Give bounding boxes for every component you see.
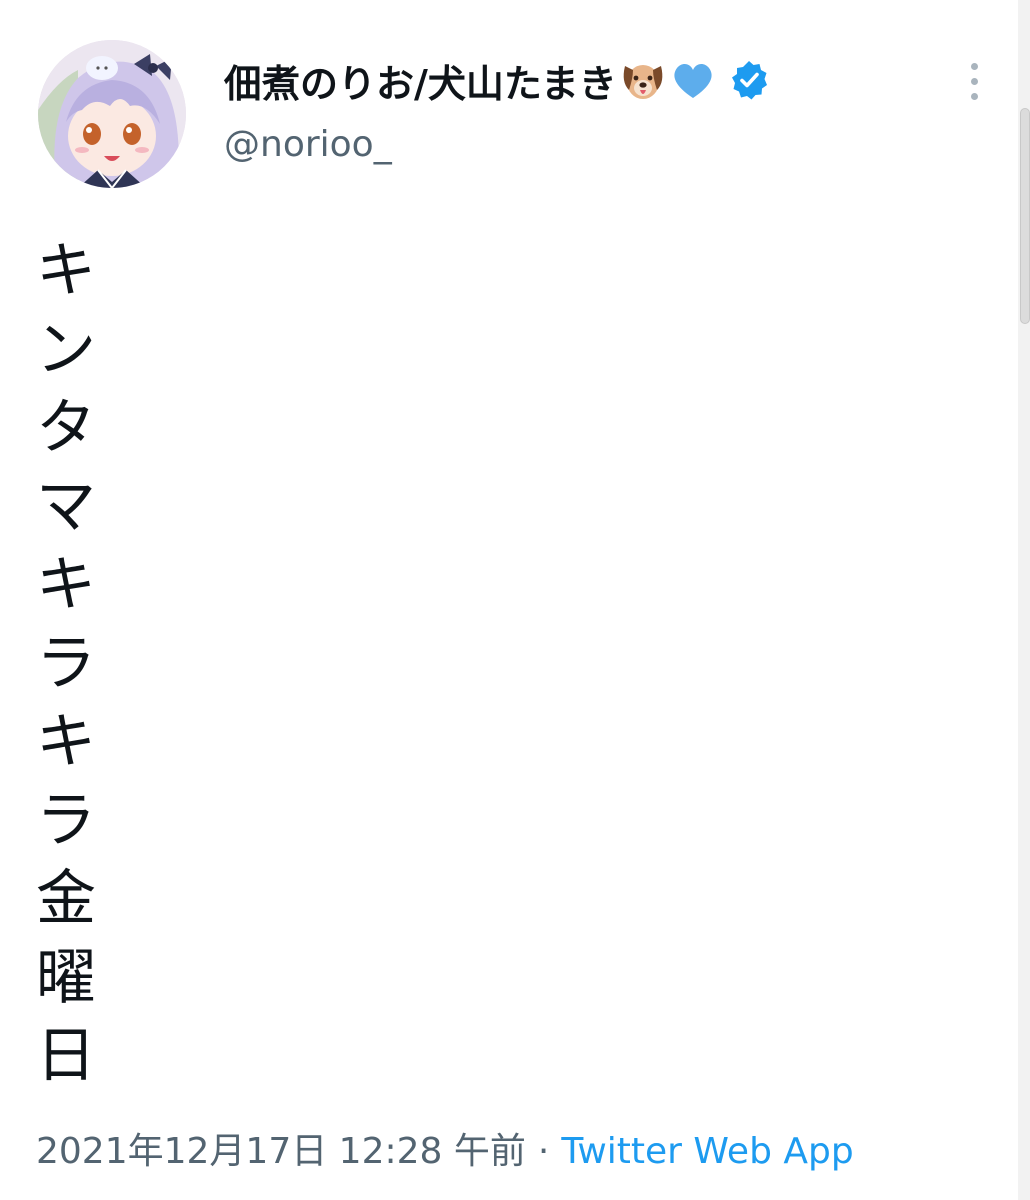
tweet-char: ラ — [36, 628, 96, 699]
tweet-char: キ — [36, 707, 96, 777]
tweet-text: キ ン タ マ キ ラ キ ラ 金 曜 日 — [34, 232, 98, 1096]
verified-badge-icon — [727, 58, 771, 102]
scrollbar-thumb[interactable] — [1020, 108, 1030, 324]
display-name[interactable]: 佃煮のりお/犬山たまき — [224, 53, 617, 108]
tweet-char: タ — [36, 393, 96, 463]
avatar-image — [38, 40, 186, 188]
tweet-card: 佃煮のりお/犬山たまき @norioo_ キ ン タ マ キ ラ キ ラ 金 曜… — [0, 0, 1030, 1200]
tweet-char: 曜 — [36, 942, 96, 1013]
more-options-button[interactable] — [954, 56, 994, 106]
blue-heart-icon — [669, 56, 717, 104]
tweet-metadata: 2021年12月17日 12:28 午前 · Twitter Web App — [36, 1122, 854, 1174]
tweet-char: ラ — [36, 785, 96, 856]
scrollbar[interactable] — [1018, 0, 1030, 1200]
tweet-char: 金 — [36, 864, 96, 934]
author-name-row[interactable]: 佃煮のりお/犬山たまき — [224, 52, 771, 108]
tweet-source-link[interactable]: Twitter Web App — [561, 1131, 853, 1172]
meta-separator: · — [537, 1131, 550, 1172]
avatar[interactable] — [38, 40, 186, 188]
username-handle[interactable]: @norioo_ — [224, 124, 392, 165]
tweet-char: ン — [36, 314, 96, 385]
more-dot-icon — [970, 62, 978, 70]
tweet-timestamp[interactable]: 2021年12月17日 12:28 午前 — [36, 1122, 526, 1174]
tweet-char: キ — [36, 550, 96, 620]
more-dot-icon — [970, 77, 978, 85]
tweet-char: マ — [36, 471, 96, 542]
tweet-char: 日 — [36, 1021, 96, 1091]
tweet-char: キ — [36, 236, 96, 306]
dog-face-icon — [619, 56, 667, 104]
more-dot-icon — [970, 92, 978, 100]
